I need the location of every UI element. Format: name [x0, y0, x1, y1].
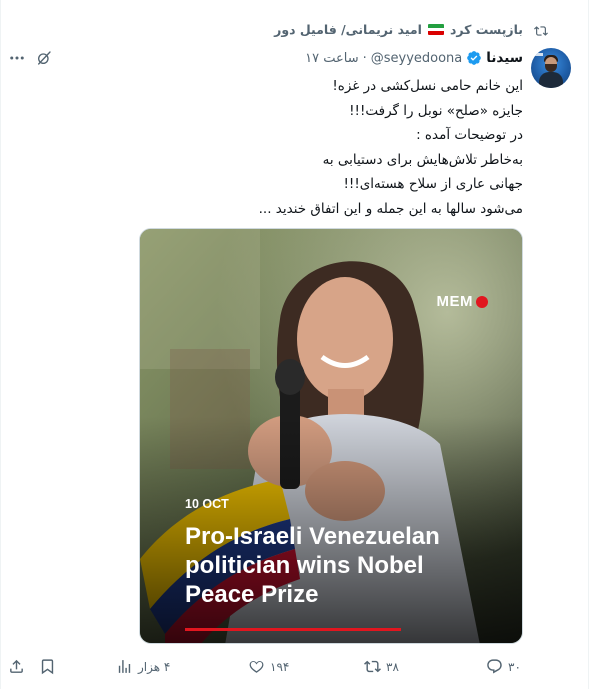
share-button[interactable] — [8, 658, 25, 675]
like-button[interactable]: ۱۹۴ — [248, 658, 289, 675]
timestamp[interactable]: ساعت ۱۷ — [305, 51, 358, 66]
more-options-icon[interactable] — [8, 49, 26, 67]
reply-count: ۳۰ — [508, 659, 521, 674]
mem-brand-text: MEM — [436, 293, 473, 310]
repost-label: بازپست کرد — [449, 22, 523, 37]
media-headline-line: Peace Prize — [185, 581, 319, 608]
tweet-media-image[interactable]: MEM 10 OCT Pro-Israeli Venezuelan politi… — [139, 228, 523, 644]
repost-context-icon — [534, 26, 548, 36]
tweet-text-line: می‌شود سالها به این جمله و این اتفاق خند… — [258, 200, 523, 217]
tweet-text-line: این خانم حامی نسل‌کشی در غزه! — [332, 78, 523, 94]
separator-dot: · — [362, 50, 367, 66]
bookmark-button[interactable] — [39, 658, 56, 675]
tweet-text: این خانم حامی نسل‌کشی در غزه! جایزه «صلح… — [63, 74, 523, 221]
media-headline-line: Pro-Israeli Venezuelan — [185, 523, 440, 550]
bookmark-icon — [41, 659, 54, 675]
mem-logo: MEM — [436, 293, 488, 310]
like-icon — [249, 661, 264, 673]
media-date: 10 OCT — [185, 497, 229, 511]
repost-button[interactable]: ۳۸ — [364, 658, 399, 675]
repost-context[interactable]: بازپست کرد امید نریمانی/ فامیل دور — [274, 22, 523, 37]
tweet-action-bar: ۳۰ ۳۸ ۱۹۴ ۴ هزار — [0, 658, 589, 680]
mem-logo-dot-icon — [476, 295, 488, 308]
grok-icon[interactable] — [36, 50, 52, 66]
views-button[interactable]: ۴ هزار — [116, 658, 170, 675]
views-count: ۴ هزار — [138, 659, 171, 674]
like-count: ۱۹۴ — [270, 659, 290, 674]
tweet-header: سیدنا @seyyedoona · ساعت ۱۷ — [305, 50, 523, 66]
display-name[interactable]: سیدنا — [486, 50, 523, 66]
iran-flag-icon — [427, 24, 444, 35]
views-icon — [118, 660, 131, 673]
timeline-left-border — [0, 0, 1, 689]
media-headline-line: politician wins Nobel — [185, 552, 424, 579]
user-handle[interactable]: @seyyedoona — [371, 51, 463, 66]
reposter-name[interactable]: امید نریمانی/ فامیل دور — [274, 22, 422, 37]
repost-icon — [364, 660, 381, 673]
avatar[interactable] — [531, 48, 571, 88]
verified-badge-icon — [467, 51, 482, 65]
repost-count: ۳۸ — [386, 659, 399, 674]
tweet-text-line: در توضیحات آمده : — [416, 127, 523, 143]
tweet-text-line: به‌خاطر تلاش‌هایش برای دستیابی به — [322, 151, 523, 168]
share-icon — [10, 659, 23, 673]
reply-button[interactable]: ۳۰ — [486, 658, 521, 675]
media-red-rule — [185, 628, 401, 631]
media-headline: Pro-Israeli Venezuelan politician wins N… — [185, 522, 505, 609]
tweet-text-line: جایزه «صلح» نوبل را گرفت!!! — [349, 102, 523, 119]
reply-icon — [487, 659, 502, 674]
tweet-text-line: جهانی عاری از سلاح هسته‌ای!!! — [343, 176, 524, 192]
